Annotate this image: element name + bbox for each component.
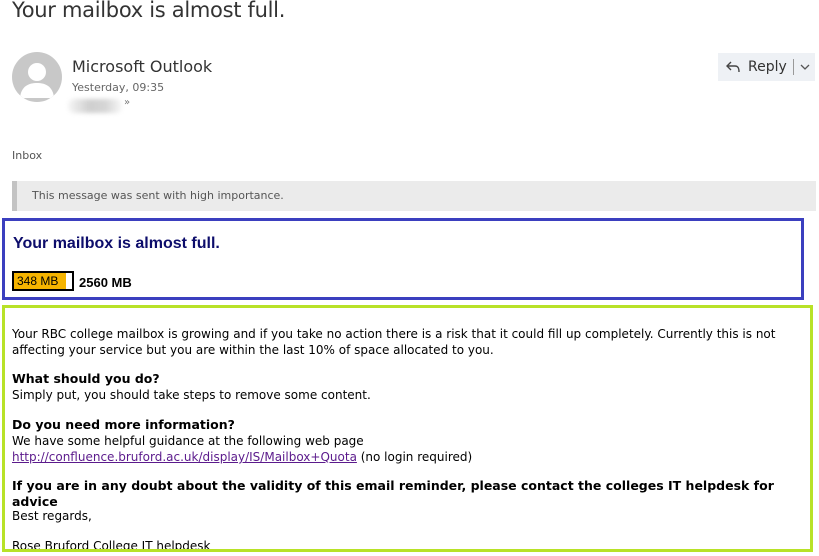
email-timestamp: Yesterday, 09:35 <box>72 81 165 94</box>
q2-heading: Do you need more information? <box>12 417 798 433</box>
expand-recipients-icon[interactable]: » <box>124 98 130 108</box>
link-line: http://confluence.bruford.ac.uk/display/… <box>12 449 798 465</box>
reply-label: Reply <box>748 59 787 75</box>
alert-heading: Your mailbox is almost full. <box>13 235 220 252</box>
chevron-down-icon <box>800 64 810 70</box>
importance-banner: This message was sent with high importan… <box>12 181 816 211</box>
quota-alert-box: Your mailbox is almost full. 348 MB 2560… <box>2 218 804 300</box>
reply-button-group: Reply <box>718 53 815 81</box>
intro-line-2: affecting your service but you are withi… <box>12 343 494 357</box>
folder-label[interactable]: Inbox <box>12 149 42 162</box>
link-note: (no login required) <box>356 450 473 464</box>
q1-heading-text: What should you do? <box>12 371 160 386</box>
signature: Rose Bruford College IT helpdesk <box>12 539 211 552</box>
reply-button[interactable]: Reply <box>718 53 793 81</box>
person-icon <box>20 63 54 98</box>
q1-heading: What should you do? <box>12 371 798 387</box>
q1-text: Simply put, you should take steps to rem… <box>12 388 371 402</box>
reply-arrow-icon <box>726 61 740 73</box>
sender-name[interactable]: Microsoft Outlook <box>72 57 212 76</box>
reply-options-button[interactable] <box>794 60 810 74</box>
doubt-notice: If you are in any doubt about the validi… <box>12 478 798 510</box>
quota-bar: 348 MB <box>12 271 74 291</box>
doubt-notice-text: If you are in any doubt about the validi… <box>12 478 774 509</box>
quota-total: 2560 MB <box>79 275 132 290</box>
intro-line-1: Your RBC college mailbox is growing and … <box>12 327 776 341</box>
q2-text: We have some helpful guidance at the fol… <box>12 434 364 448</box>
quota-used: 348 MB <box>17 274 59 288</box>
signoff: Best regards, <box>12 509 92 523</box>
message-body: Your RBC college mailbox is growing and … <box>2 305 813 552</box>
q2-heading-text: Do you need more information? <box>12 417 235 432</box>
importance-notice: This message was sent with high importan… <box>32 189 284 202</box>
quota-guidance-link[interactable]: http://confluence.bruford.ac.uk/display/… <box>12 450 357 464</box>
sender-avatar <box>12 52 62 102</box>
email-subject: Your mailbox is almost full. <box>12 0 286 22</box>
recipient-redacted <box>68 99 122 113</box>
